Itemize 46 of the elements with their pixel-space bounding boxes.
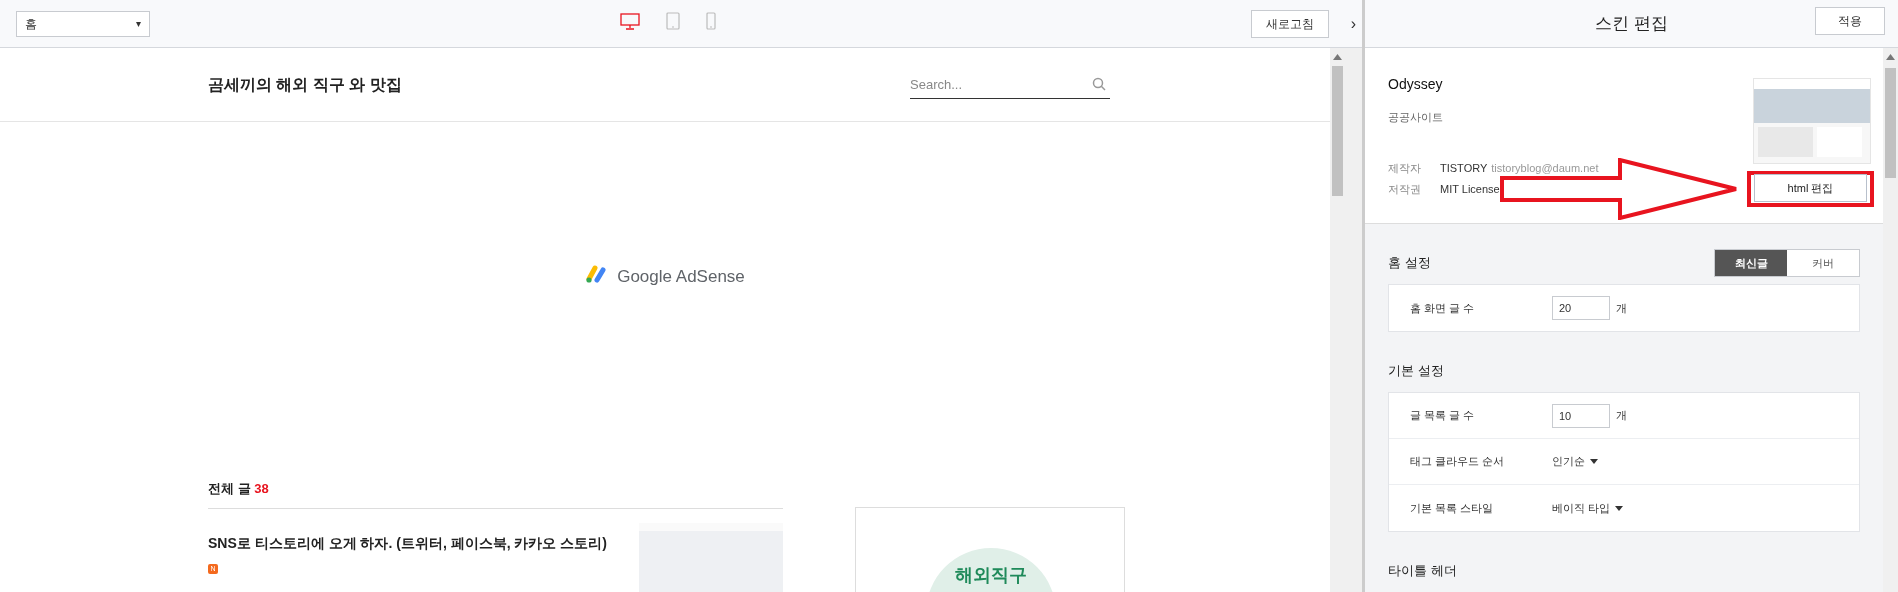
toggle-tab[interactable]: 최신글 bbox=[1715, 250, 1787, 276]
toggle-tab[interactable]: 커버 bbox=[1787, 250, 1859, 276]
unit-label: 개 bbox=[1616, 300, 1627, 316]
section-title: 홈 설정 bbox=[1388, 254, 1431, 273]
license-name: MIT License bbox=[1440, 182, 1500, 197]
scrollbar-thumb[interactable] bbox=[1885, 68, 1896, 178]
author-name: TISTORY bbox=[1440, 160, 1488, 176]
unit-label: 개 bbox=[1616, 408, 1627, 424]
setting-label: 글 목록 글 수 bbox=[1410, 408, 1476, 424]
search-icon[interactable] bbox=[1092, 76, 1106, 91]
setting-label: 홈 화면 글 수 bbox=[1410, 300, 1476, 316]
skin-description: 공공사이트 bbox=[1388, 110, 1444, 125]
ad-label: Google AdSense bbox=[617, 266, 745, 288]
dropdown[interactable]: 인기순 bbox=[1552, 453, 1598, 470]
author-email: tistoryblog@daum.net bbox=[1491, 160, 1599, 176]
author-label: 제작자 bbox=[1388, 160, 1422, 176]
scrollbar[interactable] bbox=[1883, 48, 1898, 592]
scroll-up-icon[interactable] bbox=[1886, 54, 1895, 60]
html-edit-button[interactable]: html 편집 bbox=[1754, 174, 1867, 202]
page-select[interactable]: 홈 ▾ bbox=[16, 10, 150, 37]
section-title: 기본 설정 bbox=[1388, 362, 1444, 381]
caret-icon bbox=[1615, 505, 1624, 511]
side-banner: 해외직구 bbox=[855, 507, 1125, 592]
license-label: 저작권 bbox=[1388, 182, 1422, 197]
collapse-button[interactable]: › bbox=[1345, 0, 1362, 48]
number-field[interactable]: 20 bbox=[1552, 296, 1610, 320]
dropdown[interactable]: 베이직 타입 bbox=[1552, 499, 1624, 517]
caret-icon bbox=[1590, 459, 1598, 464]
post-count-heading: 전체 글 38 bbox=[208, 479, 269, 498]
scrollbar[interactable] bbox=[1330, 48, 1345, 592]
setting-label: 기본 목록 스타일 bbox=[1410, 500, 1495, 516]
tablet-icon[interactable] bbox=[666, 12, 680, 30]
post-title[interactable]: SNS로 티스토리에 오게 하자. (트위터, 페이스북, 카카오 스토리) bbox=[208, 533, 639, 554]
setting-label: 태그 클라우드 순서 bbox=[1410, 454, 1506, 470]
refresh-button[interactable]: 새로고침 bbox=[1251, 9, 1329, 38]
skin-name: Odyssey bbox=[1388, 75, 1444, 94]
phone-icon[interactable] bbox=[706, 12, 716, 30]
search-field[interactable]: Search... bbox=[910, 70, 1110, 99]
section-title: 타이틀 헤더 bbox=[1388, 562, 1457, 581]
number-field[interactable]: 10 bbox=[1552, 403, 1610, 428]
scrollbar-thumb[interactable] bbox=[1332, 66, 1343, 196]
panel-title: 스킨 편집 bbox=[1595, 12, 1668, 35]
blog-title: 곰세끼의 해외 직구 와 맛집 bbox=[208, 74, 402, 95]
desktop-icon[interactable] bbox=[620, 13, 640, 30]
apply-button[interactable]: 적용 bbox=[1815, 7, 1885, 35]
scroll-up-icon[interactable] bbox=[1333, 54, 1342, 60]
